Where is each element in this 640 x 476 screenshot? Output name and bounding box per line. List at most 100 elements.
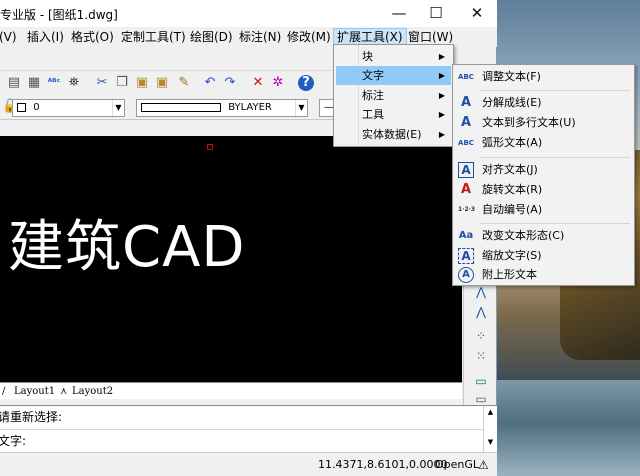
drawing-canvas[interactable]: 建筑CAD: [0, 136, 462, 382]
menu-item-blocks[interactable]: 块 ▶: [336, 47, 451, 66]
change-case-icon: Aa: [458, 230, 474, 241]
menu-item-dimension[interactable]: 标注 ▶: [336, 86, 451, 105]
annotation-scale-icon[interactable]: ⚠: [478, 458, 489, 472]
copy-icon[interactable]: ❐: [114, 75, 130, 91]
submenu-item-label: 调整文本(F): [482, 70, 541, 83]
menu-item-label: 文字: [362, 69, 384, 82]
menu-insert[interactable]: 插入(I): [24, 29, 67, 45]
rectangle-icon[interactable]: ▭: [473, 373, 489, 389]
submenu-item-label: 旋转文本(R): [482, 183, 543, 196]
submenu-item-label: 缩放文字(S): [482, 249, 542, 262]
submenu-item-auto-number[interactable]: 1·2·3 自动编号(A): [455, 200, 632, 220]
command-window[interactable]: 请重新选择: 文字: ▲ ▼: [0, 405, 497, 453]
menu-view[interactable]: (V): [0, 29, 20, 45]
spellcheck-icon[interactable]: ᴬᴮᶜ: [46, 75, 62, 91]
submenu-arrow-icon: ▶: [438, 71, 445, 80]
menu-modify[interactable]: 修改(M): [284, 29, 334, 45]
print-icon[interactable]: ▤: [6, 75, 22, 91]
menu-item-label: 块: [362, 50, 373, 63]
submenu-arrow-icon: ▶: [438, 110, 445, 119]
menu-item-label: 标注: [362, 89, 384, 102]
match-properties-icon[interactable]: ✎: [176, 75, 192, 91]
minimize-button[interactable]: —: [382, 0, 416, 27]
command-prompt[interactable]: 文字:: [0, 432, 26, 449]
canvas-text[interactable]: 建筑CAD: [8, 216, 246, 280]
delete-icon[interactable]: ✕: [250, 75, 266, 91]
menu-format[interactable]: 格式(O): [68, 29, 117, 45]
submenu-item-explode-text[interactable]: A 分解成线(E): [455, 93, 632, 113]
menu-item-label: 工具: [362, 108, 384, 121]
command-scrollbar[interactable]: ▲ ▼: [483, 406, 497, 453]
menu-window[interactable]: 窗口(W): [405, 29, 456, 45]
submenu-item-enclose-text[interactable]: A 附上形文本: [455, 265, 632, 285]
layer-combo[interactable]: 0 ▼: [12, 99, 125, 117]
menu-item-solid-data[interactable]: 实体数据(E) ▶: [336, 125, 451, 144]
submenu-item-adjust-text[interactable]: ABC 调整文本(F): [455, 67, 632, 87]
offset-icon[interactable]: ⋀: [473, 304, 489, 320]
text-submenu: ABC 调整文本(F) A 分解成线(E) A 文本到多行文本(U) ABC 弧…: [452, 64, 635, 286]
linetype-combo[interactable]: BYLAYER ▼: [136, 99, 308, 117]
scroll-down-icon[interactable]: ▼: [484, 438, 497, 446]
scroll-up-icon[interactable]: ▲: [484, 408, 497, 416]
tab-layout2[interactable]: Layout2: [72, 384, 113, 399]
menu-item-label: 实体数据(E): [362, 128, 422, 141]
submenu-item-change-case[interactable]: Aa 改变文本形态(C): [455, 226, 632, 246]
submenu-item-label: 文本到多行文本(U): [482, 116, 576, 129]
close-button[interactable]: ✕: [460, 0, 494, 27]
express-tools-dropdown: 块 ▶ 文字 ▶ 标注 ▶ 工具 ▶ 实体数据(E) ▶: [333, 44, 454, 147]
submenu-arrow-icon: ▶: [438, 52, 445, 61]
rotate-text-icon: A: [460, 182, 472, 197]
abc-adjust-icon: ABC: [458, 73, 474, 81]
submenu-separator: [480, 90, 630, 91]
submenu-separator: [480, 223, 630, 224]
submenu-item-rotate-text[interactable]: A 旋转文本(R): [455, 180, 632, 200]
title-bar: 专业版 - [图纸1.dwg] — ☐ ✕: [0, 0, 497, 27]
layer-color-swatch: [17, 102, 26, 112]
chevron-down-icon: ▼: [112, 100, 124, 116]
submenu-item-align-text[interactable]: A 对齐文本(J): [455, 160, 632, 180]
redo-icon[interactable]: ↷: [222, 75, 238, 91]
scale-text-icon: A: [458, 248, 474, 264]
cursor-pickbox: [207, 144, 213, 150]
tab-layout1[interactable]: Layout1: [14, 384, 55, 399]
enclose-text-icon: A: [458, 267, 474, 283]
layer-value: 0: [33, 102, 40, 113]
submenu-item-label: 分解成线(E): [482, 96, 542, 109]
command-history-line: 请重新选择:: [0, 410, 63, 424]
explode-text-icon: A: [460, 95, 472, 110]
submenu-item-text-to-mtext[interactable]: A 文本到多行文本(U): [455, 113, 632, 133]
arc-text-icon: ABC: [458, 139, 474, 147]
submenu-item-arc-text[interactable]: ABC 弧形文本(A): [455, 133, 632, 153]
submenu-item-scale-text[interactable]: A 缩放文字(S): [455, 246, 632, 266]
maximize-button[interactable]: ☐: [419, 0, 453, 27]
paste-icon[interactable]: ▣: [134, 75, 150, 91]
renderer-label[interactable]: OpenGL: [435, 458, 479, 471]
linetype-sample: [141, 102, 221, 112]
command-divider: [0, 429, 483, 430]
linetype-value: BYLAYER: [228, 102, 272, 113]
menu-item-tools[interactable]: 工具 ▶: [336, 105, 451, 124]
paste-special-icon[interactable]: ▣: [154, 75, 170, 91]
purge-icon[interactable]: ✲: [270, 75, 286, 91]
status-bar: 11.4371,8.6101,0.0000 OpenGL ⚠: [0, 452, 497, 476]
submenu-arrow-icon: ▶: [438, 91, 445, 100]
layout-tabs: ∕ Layout1 ⋏ Layout2: [0, 382, 462, 399]
cut-icon[interactable]: ✂: [94, 75, 110, 91]
submenu-item-label: 改变文本形态(C): [482, 229, 565, 242]
menu-dimension[interactable]: 标注(N): [236, 29, 284, 45]
window-title: 专业版 - [图纸1.dwg]: [0, 8, 118, 22]
help-icon[interactable]: ?: [298, 75, 314, 91]
find-icon[interactable]: ⛯: [66, 75, 82, 91]
submenu-separator: [480, 157, 630, 158]
submenu-item-label: 对齐文本(J): [482, 163, 538, 176]
menu-item-text[interactable]: 文字 ▶: [336, 66, 451, 85]
menu-custom-tools[interactable]: 定制工具(T): [118, 29, 189, 45]
auto-number-icon: 1·2·3: [458, 206, 476, 213]
undo-icon[interactable]: ↶: [202, 75, 218, 91]
mirror-icon[interactable]: ⋀: [473, 284, 489, 300]
move-icon[interactable]: ⁙: [473, 348, 489, 364]
print-preview-icon[interactable]: ▦: [26, 75, 42, 91]
array-icon[interactable]: ⁘: [473, 328, 489, 344]
menu-draw[interactable]: 绘图(D): [187, 29, 236, 45]
chevron-down-icon: ▼: [295, 100, 307, 116]
